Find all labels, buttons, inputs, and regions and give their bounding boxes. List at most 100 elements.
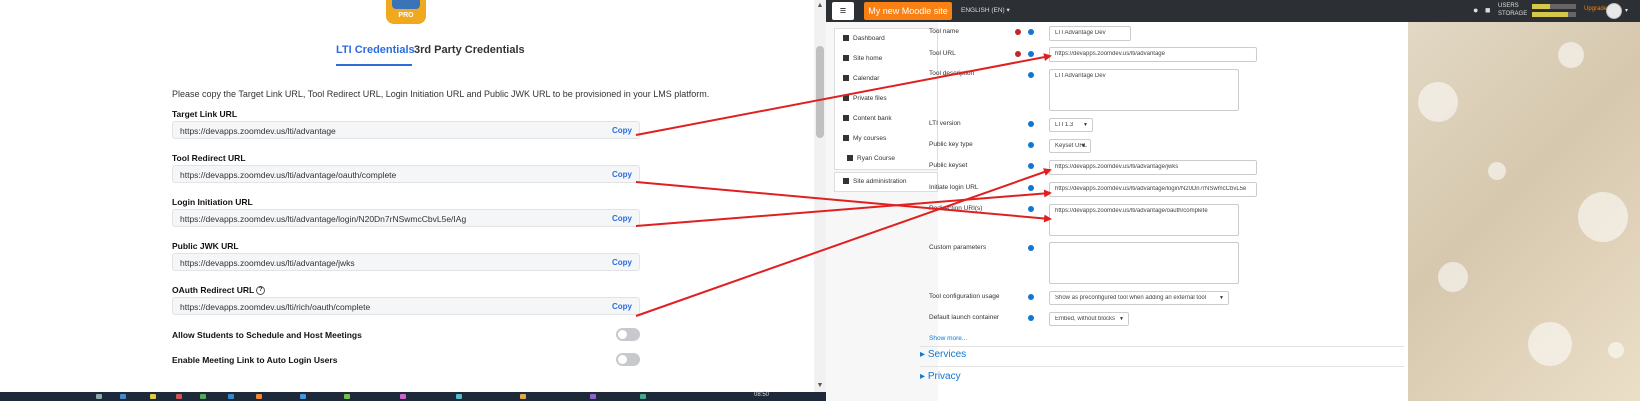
sidebar-item-calendar[interactable]: Calendar	[835, 69, 937, 89]
vertical-scrollbar[interactable]: ▲ ▼	[814, 0, 826, 392]
target-link-url-value: https://devapps.zoomdev.us/lti/advantage	[180, 126, 336, 136]
scroll-up-arrow-icon[interactable]: ▲	[814, 0, 826, 12]
chevron-down-icon: ▼	[1081, 143, 1086, 149]
sidebar-site-administration[interactable]: Site administration	[834, 172, 938, 192]
users-label: USERS	[1498, 3, 1519, 9]
scroll-down-arrow-icon[interactable]: ▼	[814, 380, 826, 392]
tool-url-input[interactable]: https://devapps.zoomdev.us/lti/advantage	[1049, 47, 1257, 62]
sidebar-item-label: Site administration	[853, 178, 907, 185]
oauth-redirect-url-field: https://devapps.zoomdev.us/lti/rich/oaut…	[172, 297, 640, 315]
lti-version-select[interactable]: LTI 1.3 ▼	[1049, 118, 1093, 132]
taskbar-app-icon[interactable]	[200, 394, 206, 399]
taskbar-app-icon[interactable]	[96, 394, 102, 399]
tool-name-input[interactable]: LTI Advantage Dev	[1049, 26, 1131, 41]
help-icon[interactable]	[1028, 315, 1034, 321]
taskbar-app-icon[interactable]	[256, 394, 262, 399]
tool-url-label: Tool URL	[929, 50, 956, 57]
taskbar-app-icon[interactable]	[176, 394, 182, 399]
site-home-button[interactable]: My new Moodle site	[864, 2, 952, 20]
menu-hamburger-icon[interactable]: ≡	[832, 2, 854, 20]
taskbar-app-icon[interactable]	[228, 394, 234, 399]
sidebar-item-my-courses[interactable]: My courses	[835, 129, 937, 149]
show-more-link[interactable]: Show more...	[929, 335, 967, 342]
auto-login-toggle[interactable]	[616, 353, 640, 366]
help-icon[interactable]	[1028, 185, 1034, 191]
initiate-login-url-input[interactable]: https://devapps.zoomdev.us/lti/advantage…	[1049, 182, 1257, 197]
copy-public-jwk-button[interactable]: Copy	[612, 258, 632, 267]
custom-parameters-textarea[interactable]	[1049, 242, 1239, 284]
allow-students-schedule-label: Allow Students to Schedule and Host Meet…	[172, 330, 362, 340]
lti-credentials-pane: PRO LTI Credentials 3rd Party Credential…	[0, 0, 826, 401]
public-jwk-url-value: https://devapps.zoomdev.us/lti/advantage…	[180, 258, 355, 268]
privacy-section-header[interactable]: ▸ Privacy	[920, 371, 961, 382]
public-keyset-label: Public keyset	[929, 162, 968, 169]
help-icon[interactable]	[1028, 51, 1034, 57]
tool-redirect-url-field: https://devapps.zoomdev.us/lti/advantage…	[172, 165, 640, 183]
default-launch-container-select[interactable]: Embed, without blocks ▼	[1049, 312, 1129, 326]
sidebar-item-dashboard[interactable]: Dashboard	[835, 29, 937, 49]
help-icon[interactable]	[1028, 294, 1034, 300]
help-icon[interactable]	[1028, 163, 1034, 169]
public-jwk-url-field: https://devapps.zoomdev.us/lti/advantage…	[172, 253, 640, 271]
help-icon[interactable]	[1028, 206, 1034, 212]
taskbar-app-icon[interactable]	[400, 394, 406, 399]
allow-students-schedule-toggle[interactable]	[616, 328, 640, 341]
help-icon[interactable]	[1028, 121, 1034, 127]
public-keyset-value: https://devapps.zoomdev.us/lti/advantage…	[1055, 164, 1179, 170]
copy-oauth-redirect-button[interactable]: Copy	[612, 302, 632, 311]
tab-3rd-party-credentials[interactable]: 3rd Party Credentials	[414, 44, 525, 65]
taskbar-app-icon[interactable]	[120, 394, 126, 399]
calendar-icon	[843, 75, 849, 82]
default-launch-container-value: Embed, without blocks	[1055, 316, 1116, 322]
copy-login-initiation-button[interactable]: Copy	[612, 214, 632, 223]
help-icon[interactable]	[1028, 142, 1034, 148]
language-label: ENGLISH (EN)	[961, 7, 1005, 14]
scroll-thumb[interactable]	[816, 46, 824, 138]
wrench-icon	[843, 178, 849, 185]
logo-badge-text: PRO	[398, 12, 414, 19]
taskbar-app-icon[interactable]	[520, 394, 526, 399]
sidebar-item-private-files[interactable]: Private files	[835, 89, 937, 109]
upgrade-link[interactable]: Upgrade	[1584, 6, 1607, 12]
bokeh-light	[1438, 262, 1468, 292]
services-section-header[interactable]: ▸ Services	[920, 349, 966, 360]
copy-tool-redirect-button[interactable]: Copy	[612, 170, 632, 179]
taskbar-app-icon[interactable]	[344, 394, 350, 399]
toggle-knob	[618, 330, 627, 339]
section-divider	[920, 366, 1404, 367]
copy-target-link-button[interactable]: Copy	[612, 126, 632, 135]
chevron-down-icon[interactable]: ▾	[1625, 7, 1628, 14]
tool-description-textarea[interactable]: LTI Advantage Dev	[1049, 69, 1239, 111]
tool-config-usage-select[interactable]: Show as preconfigured tool when adding a…	[1049, 291, 1229, 305]
sidebar-item-site-admin[interactable]: Site administration	[835, 173, 937, 191]
taskbar-app-icon[interactable]	[300, 394, 306, 399]
taskbar-clock: 08:50	[754, 392, 770, 398]
taskbar-app-icon[interactable]	[150, 394, 156, 399]
redirection-uris-label: Redirection URI(s)	[929, 205, 983, 212]
help-icon[interactable]	[1028, 72, 1034, 78]
public-keyset-input[interactable]: https://devapps.zoomdev.us/lti/advantage…	[1049, 160, 1257, 175]
tool-url-value: https://devapps.zoomdev.us/lti/advantage	[1055, 51, 1165, 57]
chevron-down-icon: ▼	[1083, 122, 1088, 128]
help-icon[interactable]: ?	[256, 286, 266, 296]
chat-icon[interactable]: ■	[1485, 5, 1490, 15]
help-icon[interactable]	[1028, 29, 1034, 35]
redirection-uris-textarea[interactable]: https://devapps.zoomdev.us/lti/advantage…	[1049, 204, 1239, 236]
bell-icon[interactable]: ●	[1473, 5, 1478, 15]
bokeh-light	[1578, 192, 1628, 242]
sidebar-item-site-home[interactable]: Site home	[835, 49, 937, 69]
help-icon[interactable]	[1028, 245, 1034, 251]
avatar[interactable]	[1606, 3, 1622, 19]
oauth-redirect-url-label-row: OAuth Redirect URL?	[172, 285, 266, 296]
home-icon	[843, 55, 849, 62]
public-key-type-select[interactable]: Keyset URL ▼	[1049, 139, 1091, 153]
taskbar-app-icon[interactable]	[640, 394, 646, 399]
taskbar-app-icon[interactable]	[456, 394, 462, 399]
tab-lti-credentials[interactable]: LTI Credentials	[336, 44, 415, 66]
sidebar-item-ryan-course[interactable]: Ryan Course	[835, 149, 937, 169]
taskbar-app-icon[interactable]	[590, 394, 596, 399]
sidebar-item-content-bank[interactable]: Content bank	[835, 109, 937, 129]
tool-redirect-url-value: https://devapps.zoomdev.us/lti/advantage…	[180, 170, 397, 180]
background-bokeh	[1408, 22, 1640, 401]
language-selector[interactable]: ENGLISH (EN) ▾	[961, 6, 1010, 14]
